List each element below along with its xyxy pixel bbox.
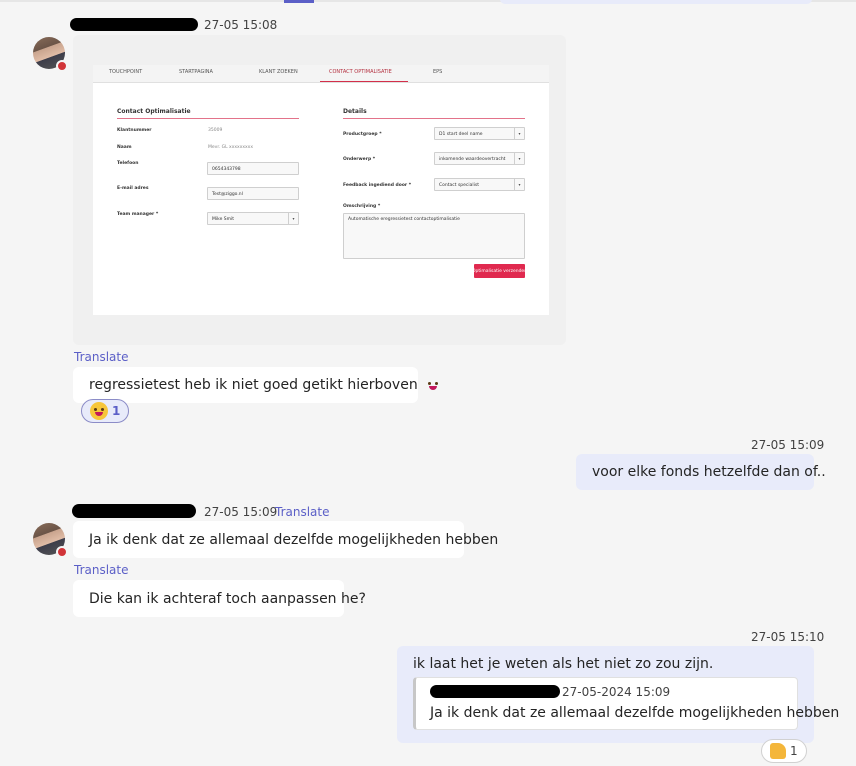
redacted-sender-name [70,18,198,31]
active-tab-underline [320,81,408,82]
form-tab-bar: TOUCHPOINT STARTPAGINA KLANT ZOEKEN CONT… [93,65,549,83]
field-value: 35009 [208,128,223,133]
message-text: Die kan ik achteraf toch aanpassen he? [89,590,366,607]
message-timestamp: 27-05 15:10 [751,630,825,644]
redacted-sender-name [72,504,196,518]
message-timestamp: 27-05 15:09 [204,505,278,519]
section-title: Details [343,108,367,115]
phone-field: 0654343798 [207,162,299,175]
chevron-down-icon: ▾ [514,128,524,139]
form-tab: STARTPAGINA [179,69,213,75]
message-text: voor elke fonds hetzelfde dan of.. [592,464,826,480]
section-divider [117,118,299,119]
active-indicator [284,0,314,3]
form-tab: EPS [433,69,443,75]
submit-optimalisatie-button: Optimalisatie verzenden [472,264,527,278]
team-manager-select: Mike Smit ▾ [207,212,299,225]
reaction-badge[interactable]: 1 [761,739,807,763]
section-title: Contact Optimalisatie [117,108,191,115]
image-attachment[interactable]: TOUCHPOINT STARTPAGINA KLANT ZOEKEN CONT… [73,35,566,345]
previous-message-bubble[interactable] [500,0,812,4]
screenshot-form: TOUCHPOINT STARTPAGINA KLANT ZOEKEN CONT… [93,65,549,315]
busy-status-icon [56,60,68,72]
field-label: Naam [117,145,132,150]
grinning-tongue-emoji-icon [90,402,108,420]
field-label: Onderwerp * [343,157,376,162]
message-bubble[interactable]: Die kan ik achteraf toch aanpassen he? [73,580,366,617]
busy-status-icon [56,546,68,558]
chevron-down-icon: ▾ [514,153,524,164]
select-value: inkomende waardeovertracht [439,157,506,162]
productgroep-select: D1 start deel name ▾ [434,127,525,140]
select-value: Mike Smit [212,217,235,222]
select-value: D1 start deel name [439,132,483,137]
avatar[interactable] [33,523,68,558]
onderwerp-select: inkomende waardeovertracht ▾ [434,152,525,165]
form-tab-active: CONTACT OPTIMALISATIE [329,69,392,75]
form-tab: KLANT ZOEKEN [259,69,298,75]
translate-link[interactable]: Translate [74,350,129,364]
redacted-sender-name [430,685,560,698]
select-value: Contact specialist [439,183,479,188]
field-label: Productgroep * [343,132,382,137]
message-timestamp: 27-05 15:08 [204,18,278,32]
thumbs-up-emoji-icon [770,743,786,759]
email-field: Test@ziggo.nl [207,187,299,200]
message-text: regressietest heb ik niet goed getikt hi… [89,377,418,393]
field-label: Omschrijving * [343,204,381,209]
description-textarea: Automatische eregressietest contactoptim… [343,213,525,259]
message-bubble[interactable]: Ja ik denk dat ze allemaal dezelfde moge… [73,521,498,558]
field-label: Feedback ingediend door * [343,183,412,188]
chevron-down-icon: ▾ [514,179,524,190]
section-divider [343,118,525,119]
own-message-bubble[interactable]: voor elke fonds hetzelfde dan of.. [576,454,826,490]
reaction-count: 1 [790,744,798,758]
field-label: Telefoon [117,161,139,166]
quoted-message[interactable]: 27-05-2024 15:09 Ja ik denk dat ze allem… [413,677,839,730]
reaction-badge[interactable]: 1 [81,399,130,423]
translate-link[interactable]: Translate [74,563,129,577]
message-bubble[interactable]: regressietest heb ik niet goed getikt hi… [73,367,437,403]
message-text: ik laat het je weten als het niet zo zou… [413,656,714,672]
field-label: Klantnummer [117,128,152,133]
field-label: Team manager * [117,212,159,217]
field-label: E-mail adres [117,186,149,191]
message-timestamp: 27-05 15:09 [751,438,825,452]
quote-text: Ja ik denk dat ze allemaal dezelfde moge… [430,705,840,721]
form-tab: TOUCHPOINT [109,69,143,75]
translate-link[interactable]: Translate [275,505,330,519]
field-value: Mevr. GL xxxxxxxxx [208,145,254,150]
quote-timestamp: 27-05-2024 15:09 [562,685,671,699]
chevron-down-icon: ▾ [288,213,298,224]
message-text: Ja ik denk dat ze allemaal dezelfde moge… [89,531,499,548]
avatar[interactable] [33,37,68,72]
feedback-select: Contact specialist ▾ [434,178,525,191]
reaction-count: 1 [112,404,121,418]
